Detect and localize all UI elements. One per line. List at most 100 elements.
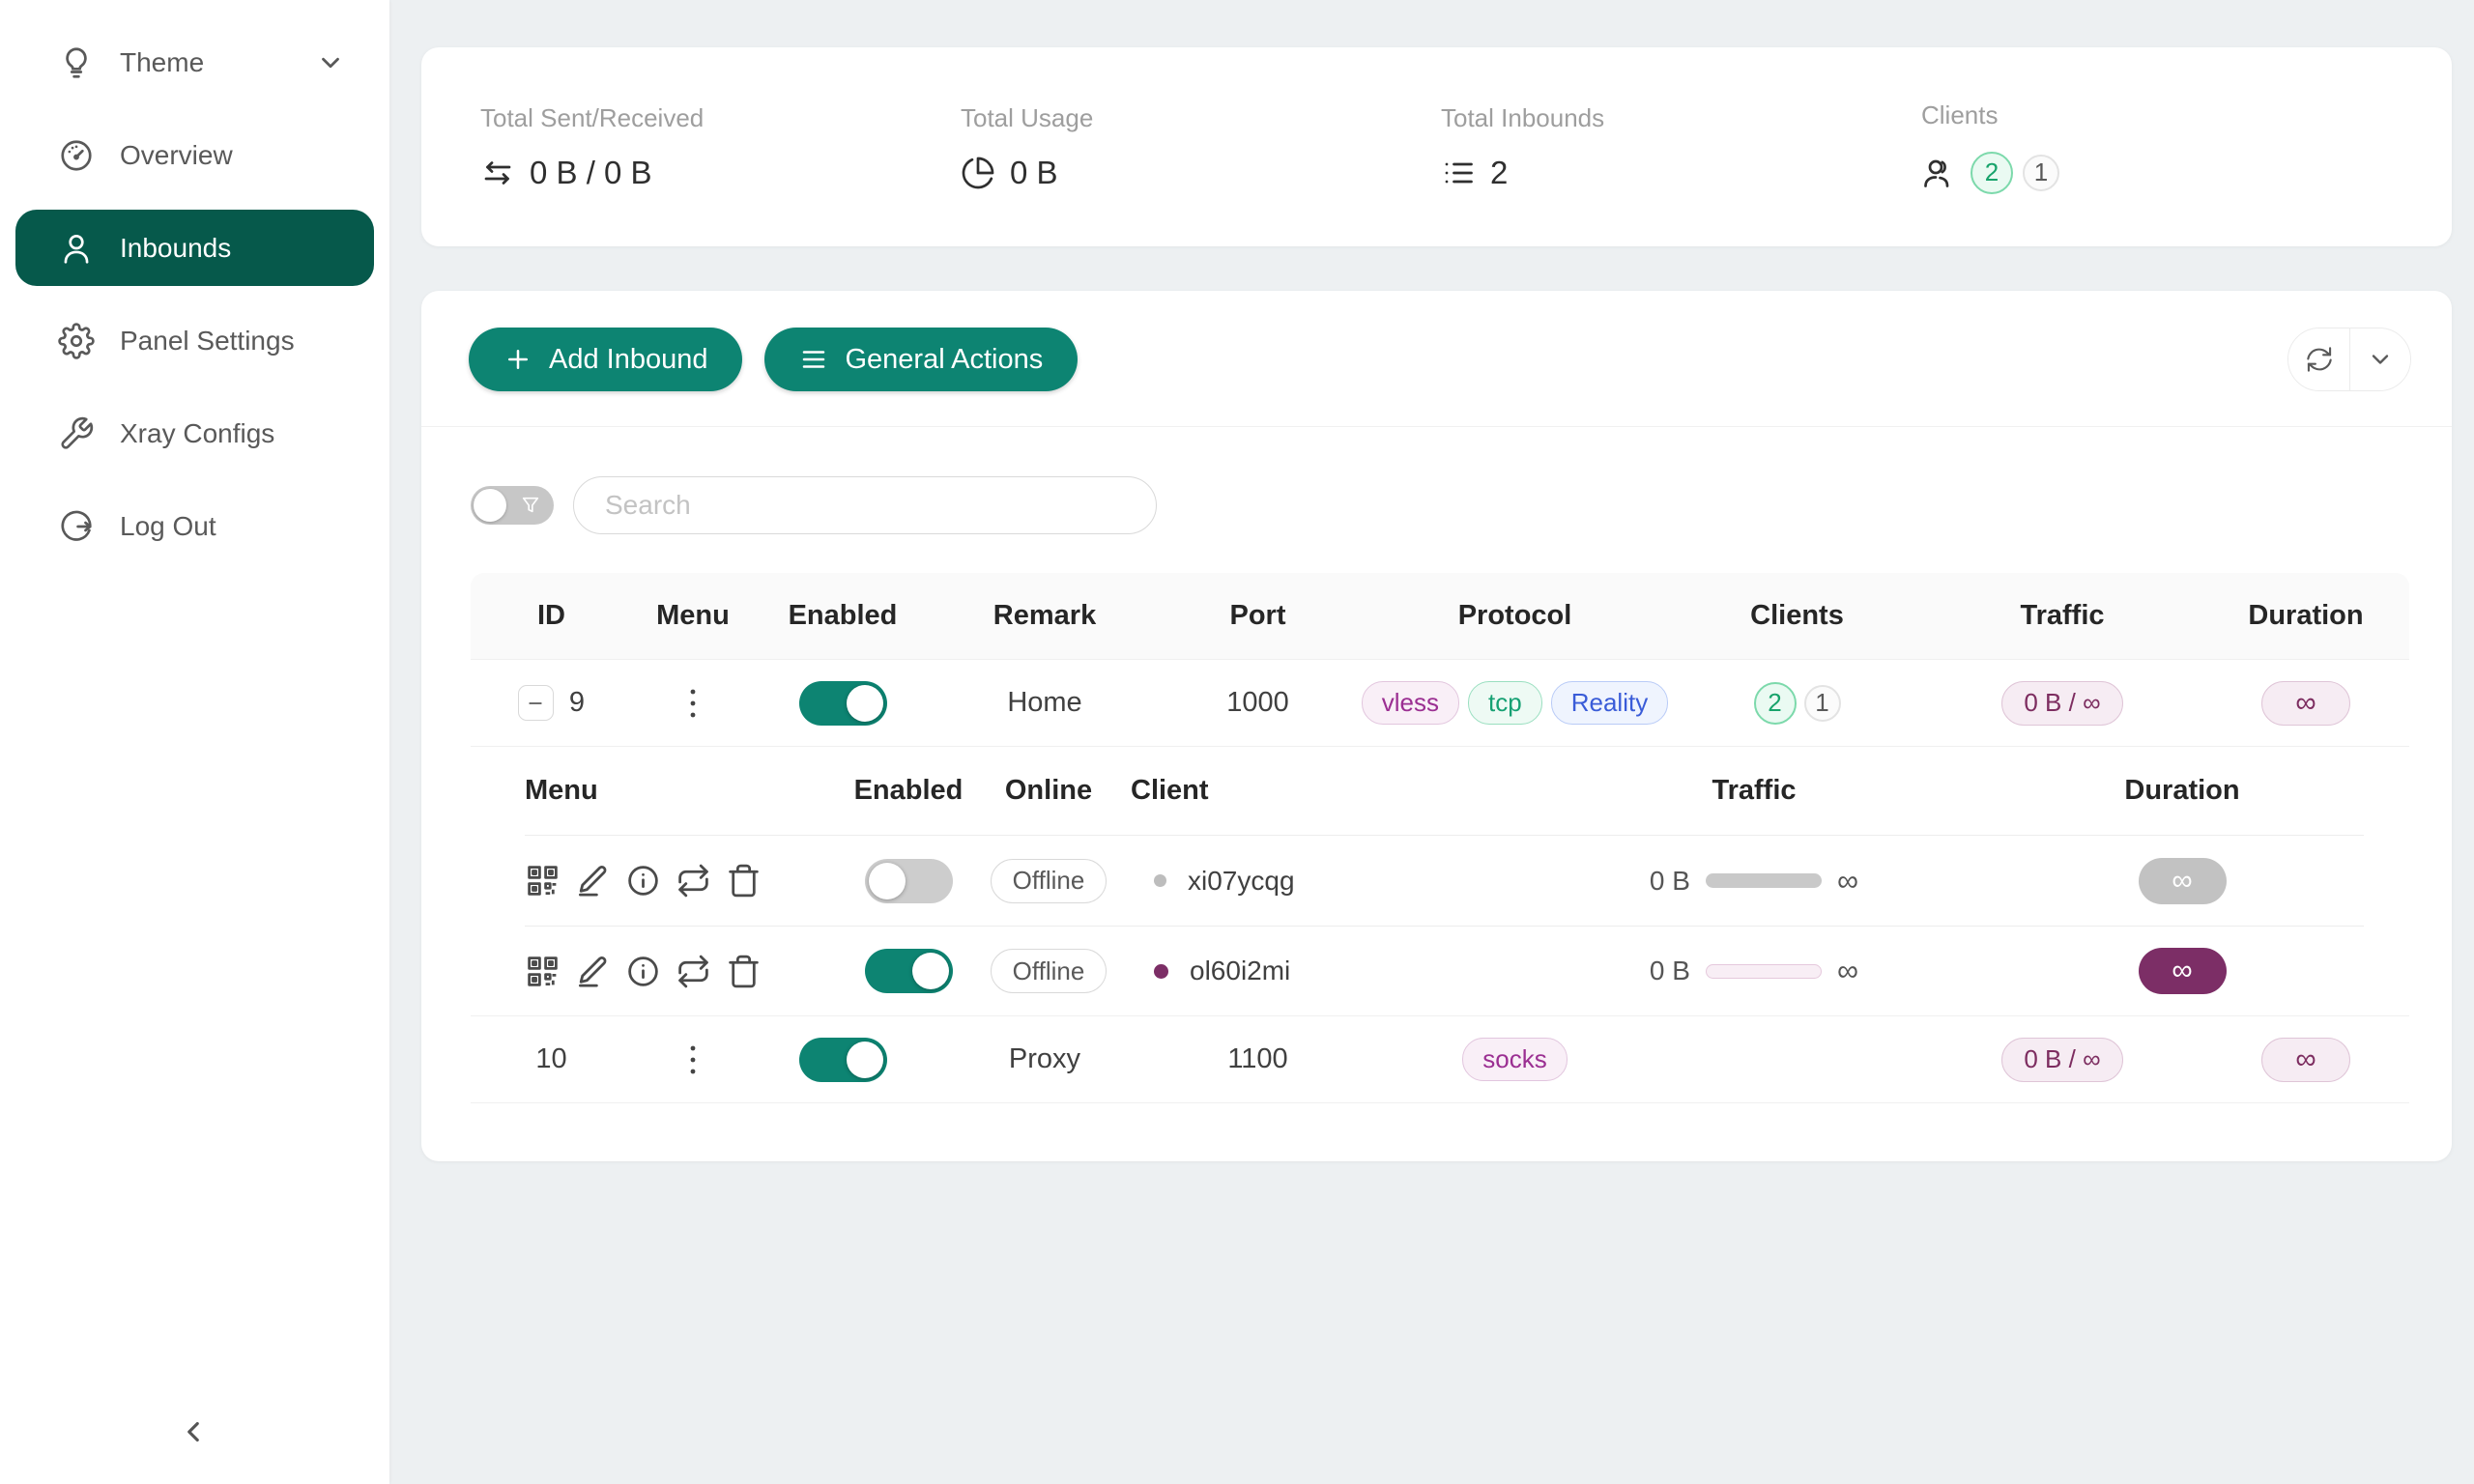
chevron-down-icon xyxy=(316,48,345,77)
client-enabled-toggle[interactable] xyxy=(865,859,953,903)
minus-icon xyxy=(526,694,545,713)
traffic-pill: 0 B / ∞ xyxy=(2001,681,2122,726)
inbound-port: 1100 xyxy=(1158,1043,1358,1075)
traffic-limit: ∞ xyxy=(1837,954,1858,988)
info-icon[interactable] xyxy=(625,954,661,989)
inbounds-table: ID Menu Enabled Remark Port Protocol Cli… xyxy=(471,573,2409,1103)
col-header-remark: Remark xyxy=(932,600,1158,632)
sidebar-item-log-out[interactable]: Log Out xyxy=(15,488,374,564)
edit-icon[interactable] xyxy=(575,954,611,989)
chevron-down-icon xyxy=(2367,346,2394,373)
info-icon[interactable] xyxy=(625,863,661,899)
reset-icon[interactable] xyxy=(676,863,711,899)
pie-chart-icon xyxy=(961,156,995,190)
qrcode-icon[interactable] xyxy=(525,954,561,989)
add-inbound-label: Add Inbound xyxy=(549,344,707,376)
sidebar: Theme Overview Inbounds Panel Settings xyxy=(0,0,389,1484)
sidebar-item-xray-configs[interactable]: Xray Configs xyxy=(15,395,374,471)
inbound-remark: Home xyxy=(932,687,1158,719)
clients-online-badge: 2 xyxy=(1754,682,1797,725)
sidebar-item-overview[interactable]: Overview xyxy=(15,117,374,193)
col-header-protocol: Protocol xyxy=(1358,600,1672,632)
bulb-icon xyxy=(58,44,95,81)
sidebar-item-panel-settings[interactable]: Panel Settings xyxy=(15,302,374,379)
stat-label: Total Sent/Received xyxy=(480,103,961,133)
protocol-tag: Reality xyxy=(1551,681,1668,725)
hamburger-icon xyxy=(799,345,828,374)
traffic-progress-bar xyxy=(1706,964,1822,979)
client-name: ol60i2mi xyxy=(1190,956,1290,986)
clients-disabled-badge: 1 xyxy=(1804,685,1841,722)
logout-icon xyxy=(58,508,95,545)
sidebar-item-label: Theme xyxy=(120,47,316,78)
row-menu-kebab-icon[interactable] xyxy=(676,680,709,727)
chevron-left-icon xyxy=(177,1415,210,1448)
client-enabled-toggle[interactable] xyxy=(865,949,953,993)
plus-icon xyxy=(503,345,532,374)
toggle-knob xyxy=(847,685,883,722)
protocol-tag: socks xyxy=(1462,1038,1567,1081)
stat-total-inbounds: Total Inbounds 2 xyxy=(1441,103,1921,191)
duration-pill: ∞ xyxy=(2139,858,2227,904)
edit-icon[interactable] xyxy=(575,863,611,899)
traffic-used: 0 B xyxy=(1650,956,1690,986)
gear-icon xyxy=(58,323,95,359)
sidebar-collapse-button[interactable] xyxy=(164,1403,222,1461)
refresh-button[interactable] xyxy=(2288,328,2349,390)
sidebar-item-label: Inbounds xyxy=(120,233,345,264)
collapse-row-button[interactable] xyxy=(518,685,554,721)
refresh-dropdown-button[interactable] xyxy=(2349,328,2410,390)
stat-value: 0 B xyxy=(1010,155,1058,191)
toolbar: Add Inbound General Actions xyxy=(421,291,2452,391)
swap-arrows-icon xyxy=(480,156,515,190)
col-header-traffic: Traffic xyxy=(1922,600,2202,632)
inbound-enabled-toggle[interactable] xyxy=(799,681,887,726)
sidebar-item-inbounds[interactable]: Inbounds xyxy=(15,210,374,286)
delete-icon[interactable] xyxy=(726,954,762,989)
table-row: 9 Home 1000 vless tcp Reality xyxy=(471,660,2409,747)
toggle-knob xyxy=(847,1042,883,1078)
col-header-menu: Menu xyxy=(525,775,850,807)
inbound-port: 1000 xyxy=(1158,687,1358,719)
row-menu-kebab-icon[interactable] xyxy=(676,1037,709,1083)
refresh-icon xyxy=(2306,346,2333,373)
inbound-remark: Proxy xyxy=(932,1043,1158,1075)
traffic-limit: ∞ xyxy=(1837,864,1858,899)
col-header-duration: Duration xyxy=(2202,600,2409,632)
general-actions-button[interactable]: General Actions xyxy=(764,328,1078,391)
expanded-client-section: Menu Enabled Online Client Traffic Durat… xyxy=(471,747,2409,1016)
funnel-icon xyxy=(520,495,541,516)
client-name: xi07ycqg xyxy=(1188,866,1295,897)
col-header-clients: Clients xyxy=(1672,600,1922,632)
general-actions-label: General Actions xyxy=(845,344,1043,376)
client-row: Offline ol60i2mi 0 B ∞ ∞ xyxy=(525,926,2364,1015)
clients-disabled-badge: 1 xyxy=(2023,155,2059,191)
table-header-row: ID Menu Enabled Remark Port Protocol Cli… xyxy=(471,573,2409,660)
delete-icon[interactable] xyxy=(726,863,762,899)
search-input[interactable] xyxy=(573,476,1157,534)
sidebar-item-label: Log Out xyxy=(120,511,345,542)
toggle-knob xyxy=(869,863,906,899)
person-icon xyxy=(58,230,95,267)
add-inbound-button[interactable]: Add Inbound xyxy=(469,328,742,391)
col-header-client: Client xyxy=(1131,775,1508,807)
refresh-button-group xyxy=(2287,328,2411,391)
stat-total-usage: Total Usage 0 B xyxy=(961,103,1441,191)
inbound-id: 10 xyxy=(471,1043,632,1075)
sidebar-item-theme[interactable]: Theme xyxy=(15,24,374,100)
col-header-enabled: Enabled xyxy=(754,600,932,632)
col-header-duration: Duration xyxy=(2000,775,2364,807)
reset-icon[interactable] xyxy=(676,954,711,989)
duration-pill: ∞ xyxy=(2261,681,2350,726)
inbound-enabled-toggle[interactable] xyxy=(799,1038,887,1082)
inbounds-panel: Add Inbound General Actions xyxy=(421,291,2452,1161)
filter-toggle[interactable] xyxy=(471,486,554,525)
main-content: Total Sent/Received 0 B / 0 B Total Usag… xyxy=(389,0,2474,1484)
clients-online-badge: 2 xyxy=(1971,152,2013,194)
online-status-badge: Offline xyxy=(991,949,1108,993)
stat-total-sent-received: Total Sent/Received 0 B / 0 B xyxy=(480,103,961,191)
col-header-traffic: Traffic xyxy=(1508,775,2000,807)
qrcode-icon[interactable] xyxy=(525,863,561,899)
protocol-tag: tcp xyxy=(1468,681,1542,725)
toggle-knob xyxy=(912,953,949,989)
